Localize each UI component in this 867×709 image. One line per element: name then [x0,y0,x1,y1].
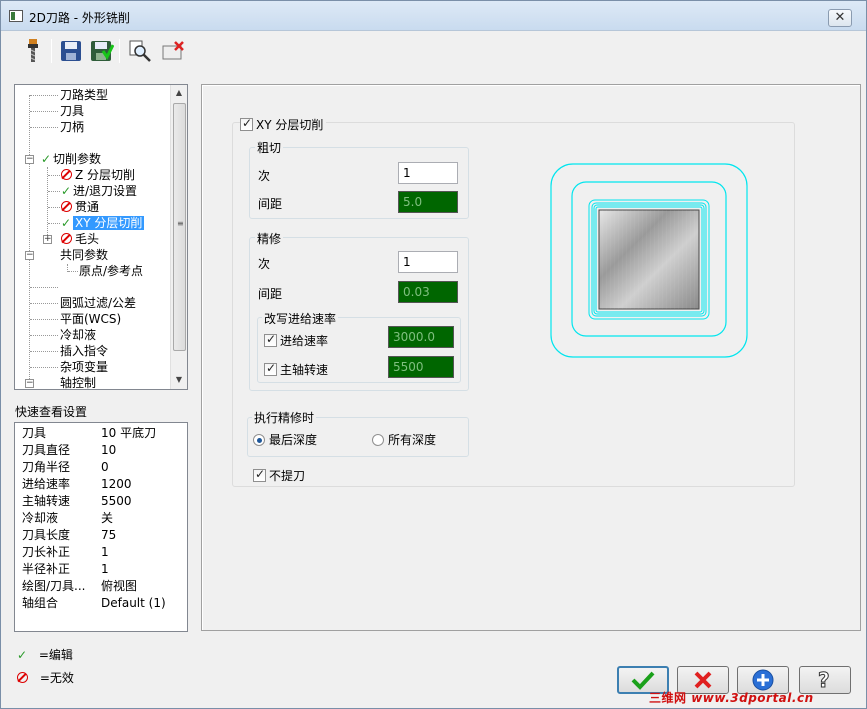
tree-scrollbar[interactable]: ▲ ≡ ▼ [170,85,187,389]
expander-common[interactable]: − [25,251,34,260]
override-feed-checkbox[interactable] [264,332,277,347]
check-icon: ✓ [16,648,28,662]
tree-item-lead-in-out[interactable]: ✓ 进/退刀设置 [59,183,137,199]
disabled-icon [17,672,28,683]
rough-group-title: 粗切 [255,139,284,156]
quickview-list: 刀具 10 平底刀 刀具直径 10 刀角半径 0 进给速率 1200 主轴转速 5500 … [14,422,188,632]
question-icon: ? [818,669,831,691]
disabled-icon [61,201,72,212]
close-button[interactable]: ✕ [828,9,852,27]
toolbar [9,33,861,71]
list-item: 刀具直径 10 [22,443,117,457]
disabled-icon [61,233,72,244]
list-item: 主轴转速 5500 [22,494,132,508]
finish-count-label: 次 [258,257,271,271]
xy-stepover-toggle[interactable]: XY 分层切削 [240,116,327,133]
finish-count-input[interactable]: 1 [398,251,458,273]
check-icon: ✓ [40,152,52,166]
radio-button[interactable] [253,434,265,446]
radio-button[interactable] [372,434,384,446]
no-lift-checkbox[interactable] [253,467,266,482]
save-green-icon[interactable] [88,37,116,65]
xy-stepover-checkbox[interactable] [240,116,253,131]
finish-group-title: 精修 [255,230,284,247]
dialog-window: 2D刀路 - 外形铣削 ✕ 刀路类型 刀具 刀柄 − ✓ 切削参数 Z 分层切削… [0,0,867,709]
tree-item-misc-values[interactable]: 杂项变量 [60,359,108,375]
scroll-thumb[interactable]: ≡ [173,103,186,351]
list-item: 绘图/刀具... 俯视图 [22,579,138,593]
disabled-icon [61,169,72,180]
title-bar: 2D刀路 - 外形铣削 ✕ [1,1,866,31]
radio-all-depths[interactable]: 所有深度 [372,431,436,448]
tree-item-holder[interactable]: 刀柄 [60,119,84,135]
quickview-label: 快速查看设置 [15,405,88,419]
override-spindle-toggle[interactable]: 主轴转速 [264,361,328,378]
scroll-down-icon[interactable]: ▼ [171,372,187,388]
radio-last-depth[interactable]: 最后深度 [253,431,317,448]
tree-item-origin[interactable]: 原点/参考点 [79,263,143,279]
save-icon[interactable] [57,37,85,65]
rough-spacing-field: 5.0 [398,191,458,213]
toolpath-preview [550,163,748,359]
rough-count-input[interactable]: 1 [398,162,458,184]
expander-axis[interactable]: − [25,379,34,388]
check-icon [631,671,655,690]
tree-item-coolant[interactable]: 冷却液 [60,327,96,343]
override-group-title: 改写进给速率 [262,310,339,327]
exec-finish-title: 执行精修时 [252,409,317,426]
override-feed-toggle[interactable]: 进给速率 [264,332,328,349]
tool-icon[interactable] [19,37,47,65]
cross-icon [694,671,712,689]
tree-item-plane[interactable]: 平面(WCS) [60,311,121,327]
parameter-tree[interactable]: 刀路类型 刀具 刀柄 − ✓ 切削参数 Z 分层切削 ✓ 进/退刀设置 贯通 ✓ XY… [14,84,188,390]
app-icon [9,10,23,22]
list-item: 刀角半径 0 [22,460,109,474]
tree-item-xy-stepover[interactable]: ✓ XY 分层切削 [59,215,145,231]
override-feed-field: 3000.0 [388,326,454,348]
rough-spacing-label: 间距 [258,197,283,211]
tree-item-break-through[interactable]: 贯通 [61,199,99,215]
tree-item-toolpath-type[interactable]: 刀路类型 [60,87,108,103]
magnify-icon[interactable] [126,37,154,65]
expander-cut-params[interactable]: − [25,155,34,164]
expander-tabs[interactable]: + [43,235,52,244]
plus-icon [752,669,774,691]
tree-item-canned-text[interactable]: 插入指令 [60,343,108,359]
list-item: 刀具长度 75 [22,528,117,542]
list-item: 进给速率 1200 [22,477,132,491]
check-icon: ✓ [60,216,72,230]
list-item: 刀长补正 1 [22,545,109,559]
svg-text:?: ? [818,669,830,691]
tree-item-cut-params[interactable]: ✓ 切削参数 [39,151,101,167]
list-item: 半径补正 1 [22,562,109,576]
rough-count-label: 次 [258,169,271,183]
list-item: 冷却液关 [22,511,114,525]
finish-spacing-label: 间距 [258,287,283,301]
scroll-up-icon[interactable]: ▲ [171,85,187,101]
legend-disabled: =无效 [15,670,74,686]
no-lift-toggle[interactable]: 不提刀 [253,467,305,484]
check-icon: ✓ [60,184,72,198]
override-spindle-checkbox[interactable] [264,361,277,376]
tree-item-z-depth[interactable]: Z 分层切削 [61,167,135,183]
tree-item-arc-filter[interactable]: 圆弧过滤/公差 [60,295,136,311]
finish-spacing-field: 0.03 [398,281,458,303]
watermark: 三维网 www.3dportal.cn [649,691,814,705]
tree-item-common-params[interactable]: 共同参数 [60,247,108,263]
override-spindle-field: 5500 [388,356,454,378]
tree-item-tool[interactable]: 刀具 [60,103,84,119]
window-title: 2D刀路 - 外形铣削 [29,11,130,25]
tree-item-tabs[interactable]: 毛头 [61,231,99,247]
list-item: 刀具 10 平底刀 [22,426,157,440]
grip-icon: ≡ [177,219,184,228]
legend-edited: ✓ =编辑 [16,648,73,662]
delete-icon[interactable] [159,37,187,65]
list-item: 轴组合 Default (1) [22,596,166,610]
tree-item-axis-control[interactable]: 轴控制 [60,375,96,389]
